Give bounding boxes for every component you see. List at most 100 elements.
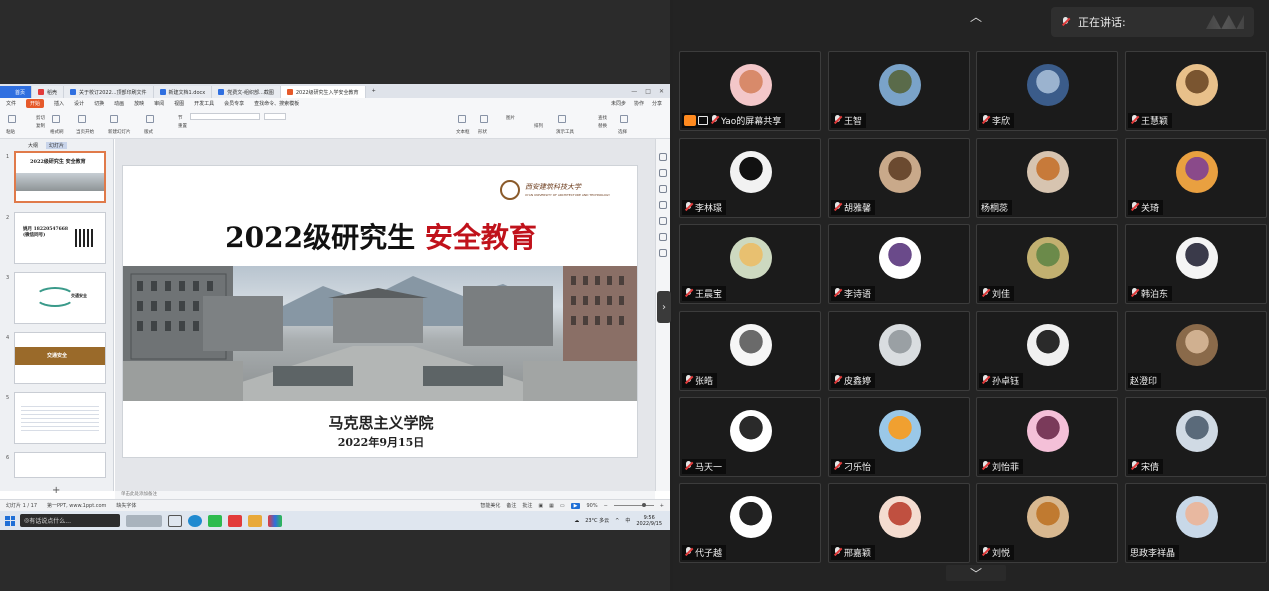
participant-tile[interactable]: Yao的屏幕共享 xyxy=(679,51,821,131)
ribbon-tool-label[interactable]: 替换 xyxy=(598,123,607,129)
play-icon[interactable]: ▶ xyxy=(570,502,581,509)
tray-chevron-icon[interactable]: ^ xyxy=(615,518,619,524)
slide-thumb-1[interactable]: 2022级研究生 安全教育 xyxy=(14,151,106,203)
ribbon-tool-label[interactable]: 文本框 xyxy=(456,129,470,135)
participant-tile[interactable]: 李欣 xyxy=(976,51,1118,131)
app-tab[interactable]: 新建文档1.docx xyxy=(153,86,213,98)
participant-tile[interactable]: 王智 xyxy=(828,51,970,131)
participant-tile[interactable]: 韩泊东 xyxy=(1125,224,1267,304)
menu-item[interactable]: 插入 xyxy=(54,100,64,107)
menu-item[interactable]: 视图 xyxy=(174,100,184,107)
clock[interactable]: 9:56 2022/9/15 xyxy=(636,515,662,527)
participant-tile[interactable]: 孙卓钰 xyxy=(976,311,1118,391)
font-name-field[interactable] xyxy=(190,113,260,120)
comment-toggle[interactable]: 批注 xyxy=(522,502,532,509)
ribbon-tool-icon[interactable] xyxy=(458,115,466,123)
ribbon-tool-icon[interactable] xyxy=(620,115,628,123)
menu-action[interactable]: 未同步 xyxy=(611,100,626,107)
tool-icon[interactable] xyxy=(659,185,667,193)
ribbon-tool-label[interactable]: 格式刷 xyxy=(50,129,64,135)
zoom-slider[interactable] xyxy=(613,503,654,507)
menu-item[interactable]: 开发工具 xyxy=(194,100,214,107)
menu-action[interactable]: 分享 xyxy=(652,100,662,107)
smart-beautify[interactable]: 智能美化 xyxy=(480,502,500,509)
ribbon-tool-label[interactable]: 当页开始 xyxy=(76,129,94,135)
participant-tile[interactable]: 刁乐怡 xyxy=(828,397,970,477)
participant-tile[interactable]: 邢嘉颖 xyxy=(828,483,970,563)
wps-icon[interactable] xyxy=(228,514,242,527)
menu-item[interactable]: 会员专享 xyxy=(224,100,244,107)
app-tab[interactable]: 首页 xyxy=(0,86,33,98)
ribbon-tool-label[interactable]: 粘贴 xyxy=(6,129,15,135)
weather-text[interactable]: 23°C 多云 xyxy=(585,517,609,524)
view-reading-icon[interactable]: ▭ xyxy=(560,503,565,509)
tool-icon[interactable] xyxy=(659,249,667,257)
menu-item[interactable]: 文件 xyxy=(6,100,16,107)
tool-icon[interactable] xyxy=(659,233,667,241)
tool-icon[interactable] xyxy=(659,153,667,161)
window-controls[interactable]: — □ ✕ xyxy=(631,88,670,95)
participant-tile[interactable]: 皮鑫婷 xyxy=(828,311,970,391)
tool-icon[interactable] xyxy=(659,201,667,209)
view-normal-icon[interactable]: ▣ xyxy=(538,503,543,509)
windows-start-icon[interactable] xyxy=(5,515,15,526)
participant-tile[interactable]: 张皓 xyxy=(679,311,821,391)
ribbon-tool-label[interactable]: 图片 xyxy=(506,115,515,121)
font-size-field[interactable] xyxy=(264,113,286,120)
menu-item[interactable]: 设计 xyxy=(74,100,84,107)
participant-tile[interactable]: 李林璟 xyxy=(679,138,821,218)
slide-thumb-6[interactable] xyxy=(14,452,106,478)
tab-slides[interactable]: 幻灯片 xyxy=(46,142,68,149)
menu-item[interactable]: 放映 xyxy=(134,100,144,107)
ribbon-tool-icon[interactable] xyxy=(558,115,566,123)
current-slide[interactable]: 西安建筑科技大学 XI'AN UNIVERSITY OF ARCHITECTUR… xyxy=(122,165,638,458)
ribbon-tool-label[interactable]: 节 xyxy=(178,115,183,121)
participant-tile[interactable]: 杨桐蕊 xyxy=(976,138,1118,218)
ribbon-tool-label[interactable]: 复制 xyxy=(36,123,45,129)
edge-icon[interactable] xyxy=(188,514,202,527)
task-view-icon[interactable] xyxy=(168,514,182,527)
tool-icon[interactable] xyxy=(659,217,667,225)
app-icon[interactable] xyxy=(268,514,282,527)
ribbon-tool-icon[interactable] xyxy=(110,115,118,123)
weather-icon[interactable]: ☁ xyxy=(574,518,579,524)
new-tab-icon[interactable]: + xyxy=(366,88,382,94)
participant-tile[interactable]: 胡雅馨 xyxy=(828,138,970,218)
participant-tile[interactable]: 代子越 xyxy=(679,483,821,563)
notes-toggle[interactable]: 备注 xyxy=(506,502,516,509)
menu-item[interactable]: 切换 xyxy=(94,100,104,107)
close-icon[interactable]: ✕ xyxy=(659,88,664,95)
ribbon-tool-label[interactable]: 重置 xyxy=(178,123,187,129)
add-slide-button[interactable]: + xyxy=(52,485,60,496)
view-sorter-icon[interactable]: ▦ xyxy=(549,503,554,509)
app-tab[interactable]: 2022级研究生入学安全教育 xyxy=(280,86,366,98)
ime-indicator[interactable]: 中 xyxy=(625,517,630,524)
missing-font[interactable]: 缺失字体 xyxy=(116,502,136,509)
participant-tile[interactable]: 思政李祥晶 xyxy=(1125,483,1267,563)
participant-tile[interactable]: 马天一 xyxy=(679,397,821,477)
slide-thumb-5[interactable] xyxy=(14,392,106,444)
wechat-icon[interactable] xyxy=(208,514,222,527)
participant-tile[interactable]: 刘佳 xyxy=(976,224,1118,304)
slide-thumb-2[interactable]: 姚月 18220547668 (微信同号) xyxy=(14,212,106,264)
participant-tile[interactable]: 刘怡菲 xyxy=(976,397,1118,477)
ribbon-tool-label[interactable]: 选择 xyxy=(618,129,627,135)
ribbon-tool-icon[interactable] xyxy=(78,115,86,123)
collapse-panel-chevron-icon[interactable]: › xyxy=(657,291,671,323)
participant-tile[interactable]: 刘悦 xyxy=(976,483,1118,563)
ribbon-tool-icon[interactable] xyxy=(8,115,16,123)
participant-tile[interactable]: 王晨宝 xyxy=(679,224,821,304)
menu-item[interactable]: 动画 xyxy=(114,100,124,107)
zoom-out-icon[interactable]: − xyxy=(604,503,608,509)
ribbon-tool-label[interactable]: 版式 xyxy=(144,129,153,135)
app-tab[interactable]: 党费文-组织部...截图 xyxy=(212,86,281,98)
participant-tile[interactable]: 宋倩 xyxy=(1125,397,1267,477)
ribbon-tool-label[interactable]: 查找 xyxy=(598,115,607,121)
zoom-in-icon[interactable]: + xyxy=(660,503,664,509)
menu-item[interactable]: 开始 xyxy=(26,99,45,108)
ribbon-tool-label[interactable]: 形状 xyxy=(478,129,487,135)
taskbar-search[interactable]: ◎ 有话说点什么... xyxy=(20,514,120,527)
participant-tile[interactable]: 李诗语 xyxy=(828,224,970,304)
notes-field[interactable]: 单击此处添加备注 xyxy=(115,491,655,499)
participant-tile[interactable]: 赵澄印 xyxy=(1125,311,1267,391)
